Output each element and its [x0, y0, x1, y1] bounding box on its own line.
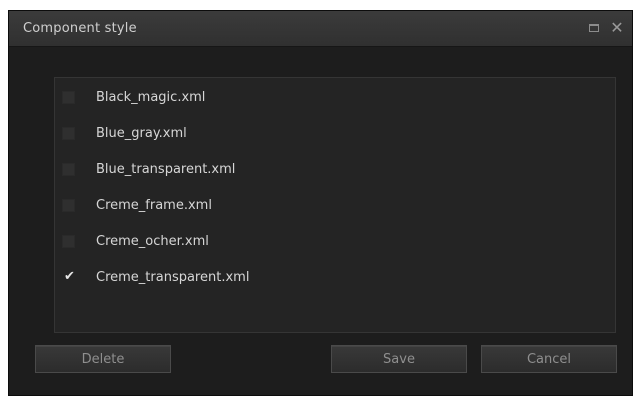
list-item[interactable]: Creme_frame.xml — [55, 189, 615, 225]
component-style-dialog: Component style ✕ Black_magic.xml Blue_g… — [8, 10, 633, 396]
list-item-label: Creme_frame.xml — [96, 198, 212, 213]
checkbox[interactable] — [62, 163, 75, 176]
dialog-title: Component style — [23, 21, 137, 36]
list-item[interactable]: Creme_ocher.xml — [55, 225, 615, 261]
checkbox[interactable] — [62, 127, 75, 140]
cancel-button[interactable]: Cancel — [481, 345, 617, 373]
delete-button[interactable]: Delete — [35, 345, 171, 373]
close-icon[interactable]: ✕ — [610, 20, 624, 36]
list-item[interactable]: Blue_transparent.xml — [55, 153, 615, 189]
save-button[interactable]: Save — [331, 345, 467, 373]
list-item-label: Black_magic.xml — [96, 90, 206, 105]
check-icon: ✔ — [64, 269, 75, 284]
list-item-label: Blue_gray.xml — [96, 126, 187, 141]
list-item-label: Creme_ocher.xml — [96, 234, 209, 249]
list-item[interactable]: ✔ Creme_transparent.xml — [55, 261, 615, 297]
maximize-icon[interactable] — [589, 24, 599, 32]
list-item-label: Blue_transparent.xml — [96, 162, 236, 177]
list-item[interactable]: Black_magic.xml — [55, 81, 615, 117]
checkbox-checked[interactable]: ✔ — [62, 269, 75, 284]
list-item[interactable]: Blue_gray.xml — [55, 117, 615, 153]
title-bar[interactable]: Component style ✕ — [9, 11, 632, 47]
checkbox[interactable] — [62, 199, 75, 212]
style-file-list: Black_magic.xml Blue_gray.xml Blue_trans… — [54, 77, 616, 333]
checkbox[interactable] — [62, 235, 75, 248]
checkbox[interactable] — [62, 91, 75, 104]
list-item-label: Creme_transparent.xml — [96, 270, 250, 285]
